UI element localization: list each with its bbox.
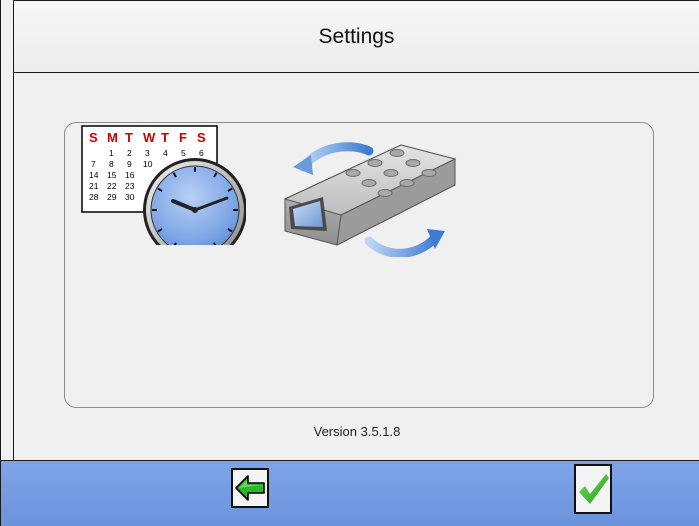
- calendar-date: 28: [89, 192, 99, 202]
- calendar-date: 23: [125, 181, 135, 191]
- version-label: Version 3.5.1.8: [313, 424, 401, 439]
- calendar-date: 29: [107, 192, 117, 202]
- calendar-date: 3: [145, 148, 150, 158]
- calendar-day-header: S: [197, 130, 206, 145]
- footer-bar: [1, 460, 699, 526]
- calendar-date: 21: [89, 181, 99, 191]
- calendar-date: 7: [91, 159, 96, 169]
- calendar-day-header: F: [179, 130, 187, 145]
- calendar-date: 5: [181, 148, 186, 158]
- calendar-day-header: S: [89, 130, 98, 145]
- calendar-date: 1: [109, 148, 114, 158]
- calendar-date: 14: [89, 170, 99, 180]
- calendar-day-header: T: [161, 130, 169, 145]
- calendar-date: 6: [199, 148, 204, 158]
- calendar-date: 30: [125, 192, 135, 202]
- calendar-date: 2: [127, 148, 132, 158]
- date-time-settings-button[interactable]: SMTWTFS 1 2 3 4 5 6 7 8 9 10 14 15 16 21 22 23 28 29 30: [81, 125, 247, 262]
- settings-screen: Settings SMTWTFS 1 2 3 4 5 6 7 8 9 10 14 15 16 21 22 23…: [0, 0, 699, 526]
- calendar-date: 22: [107, 181, 117, 191]
- calendar-day-header: W: [143, 130, 156, 145]
- calendar-date: 9: [127, 159, 132, 169]
- ok-button[interactable]: [574, 464, 612, 514]
- device-settings-button[interactable]: [271, 137, 461, 258]
- calendar-date: 4: [163, 148, 168, 158]
- header-bar: Settings: [13, 0, 699, 73]
- settings-panel: SMTWTFS 1 2 3 4 5 6 7 8 9 10 14 15 16 21 22 23 28 29 30: [64, 122, 654, 408]
- date-time-icon: SMTWTFS 1 2 3 4 5 67 8 9 1014 15 1621 22 2328 29 30: [81, 125, 247, 262]
- calendar-date: 10: [143, 159, 153, 169]
- calendar-day-header: T: [125, 130, 133, 145]
- page-title: Settings: [318, 24, 395, 48]
- green-checkmark-icon: [579, 474, 609, 504]
- calendar-date: 16: [125, 170, 135, 180]
- device-sync-icon: [283, 142, 457, 258]
- calendar-date: 8: [109, 159, 114, 169]
- content-area: SMTWTFS 1 2 3 4 5 6 7 8 9 10 14 15 16 21 22 23 28 29 30: [13, 73, 699, 460]
- back-button[interactable]: [231, 468, 269, 508]
- green-left-arrow-icon: [235, 475, 265, 501]
- calendar-date: 15: [107, 170, 117, 180]
- calendar-day-header: M: [107, 130, 118, 145]
